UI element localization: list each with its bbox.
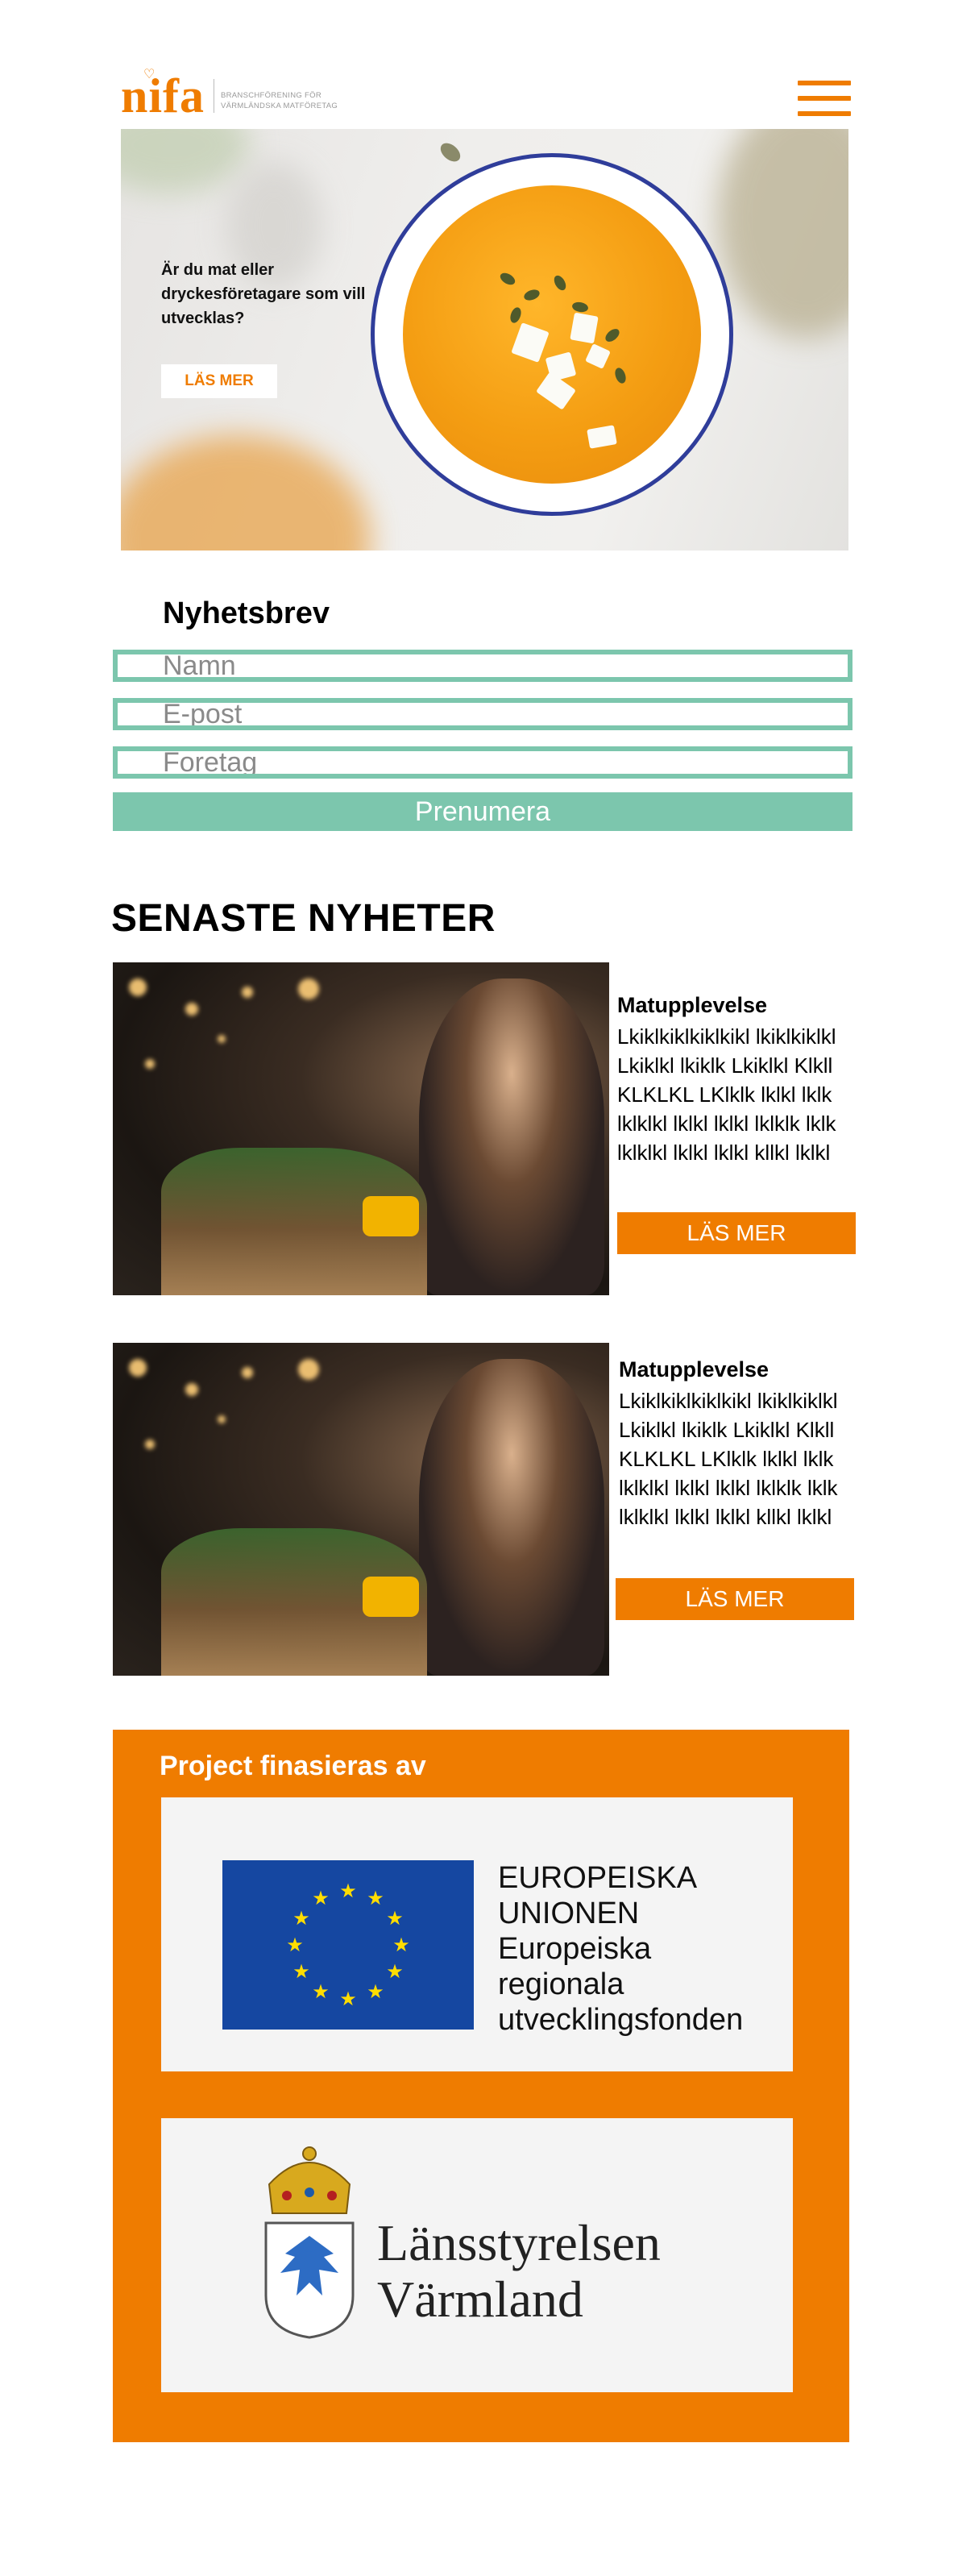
lansstyrelsen-text: Länsstyrelsen Värmland <box>377 2215 661 2328</box>
news-heading: SENASTE NYHETER <box>111 897 496 940</box>
logo-tagline-line-2: VÄRMLÄNDSKA MATFÖRETAG <box>221 102 338 110</box>
funding-title: Project finasieras av <box>160 1751 426 1781</box>
company-field[interactable] <box>113 746 852 779</box>
nifa-logo[interactable]: nifa ♡ BRANSCHFÖRENING FÖR VÄRMLÄNDSKA M… <box>121 68 363 123</box>
eu-line-5: utvecklingsfonden <box>498 2003 744 2037</box>
soup <box>403 185 701 484</box>
eu-flag-icon: ★ ★ ★ ★ ★ ★ ★ ★ ★ ★ ★ ★ <box>222 1860 474 2030</box>
coat-of-arms-icon <box>261 2146 358 2339</box>
eu-line-4: regionala <box>498 1967 624 2001</box>
name-field[interactable] <box>113 650 852 682</box>
eu-text: EUROPEISKA UNIONEN Europeiska regionala … <box>498 1860 743 2038</box>
eu-line-3: Europeiska <box>498 1932 652 1966</box>
news-title: Matupplevelse <box>617 993 768 1017</box>
svg-text:★: ★ <box>392 1934 410 1956</box>
news-body: Lkiklkiklkiklkikl lkiklkiklkl Lkiklkl lk… <box>617 1024 836 1165</box>
hamburger-menu-icon[interactable] <box>798 81 851 116</box>
svg-text:★: ★ <box>386 1960 404 1983</box>
news-body: Lkiklkiklkiklkikl lkiklkiklkl Lkiklkl lk… <box>619 1389 838 1529</box>
svg-text:★: ★ <box>367 1887 384 1909</box>
logo-tagline-line-1: BRANSCHFÖRENING FÖR <box>221 91 321 100</box>
hero-banner <box>121 129 848 551</box>
news-image[interactable] <box>113 1343 609 1676</box>
logo-wordmark: nifa <box>121 69 205 123</box>
hero-text: Är du mat eller dryckesföretagare som vi… <box>161 261 366 327</box>
news-title: Matupplevelse <box>619 1357 770 1381</box>
hero-read-more-button[interactable]: LÄS MER <box>161 364 277 398</box>
svg-text:★: ★ <box>292 1960 310 1983</box>
eu-line-2: UNIONEN <box>498 1897 640 1930</box>
lans-line-2: Värmland <box>377 2271 583 2328</box>
newsletter-title: Nyhetsbrev <box>163 596 330 630</box>
email-field[interactable] <box>113 698 852 730</box>
svg-text:★: ★ <box>339 1988 357 2010</box>
eu-logo-card: ★ ★ ★ ★ ★ ★ ★ ★ ★ ★ ★ ★ EUROPEISKA UNION… <box>161 1797 793 2071</box>
svg-text:★: ★ <box>339 1880 357 1902</box>
lansstyrelsen-logo-card: Länsstyrelsen Värmland <box>161 2118 793 2392</box>
svg-text:★: ★ <box>312 1980 330 2003</box>
svg-text:★: ★ <box>386 1907 404 1930</box>
news-read-more-button[interactable]: LÄS MER <box>617 1212 856 1254</box>
svg-text:★: ★ <box>312 1887 330 1909</box>
lans-line-1: Länsstyrelsen <box>377 2214 661 2271</box>
logo-tagline: BRANSCHFÖRENING FÖR VÄRMLÄNDSKA MATFÖRET… <box>221 90 338 111</box>
news-read-more-button[interactable]: LÄS MER <box>616 1578 854 1620</box>
heart-icon: ♡ <box>143 68 156 81</box>
svg-text:★: ★ <box>292 1907 310 1930</box>
subscribe-button[interactable]: Prenumera <box>113 792 852 831</box>
eu-line-1: EUROPEISKA <box>498 1861 698 1895</box>
news-image[interactable] <box>113 962 609 1295</box>
svg-text:★: ★ <box>367 1980 384 2003</box>
svg-text:★: ★ <box>286 1934 304 1956</box>
